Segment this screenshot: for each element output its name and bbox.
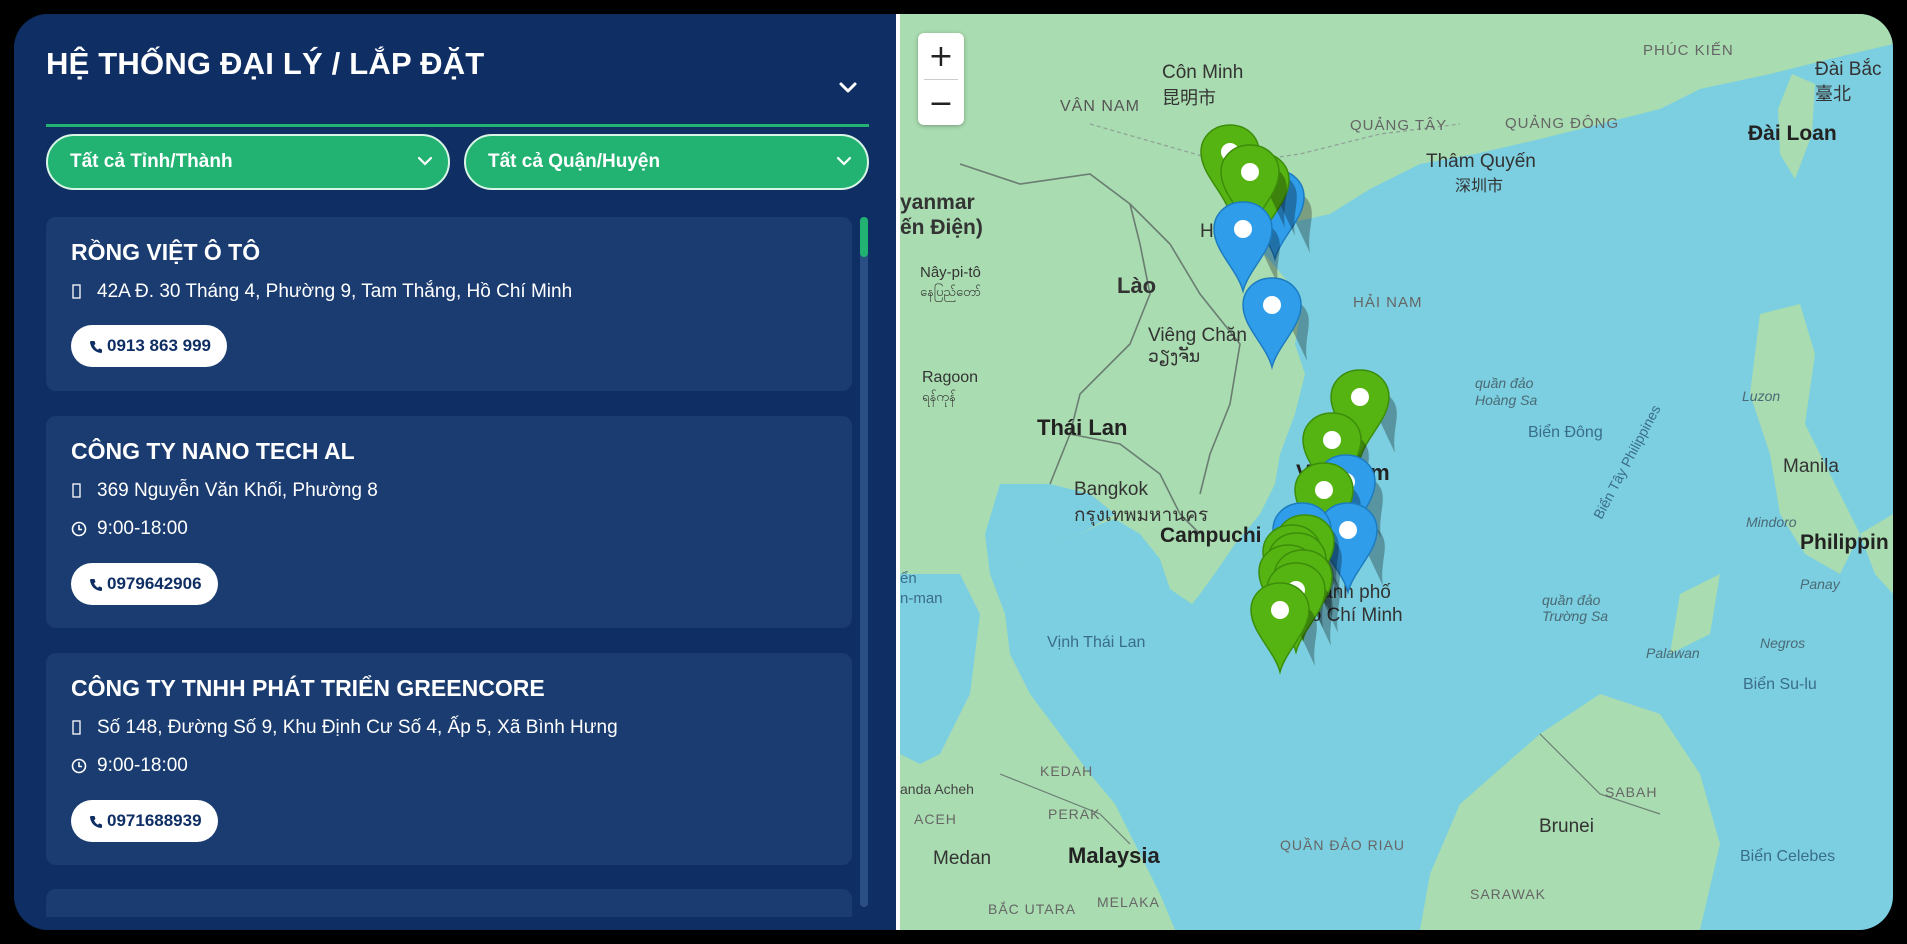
dealer-address: Số 148, Đường Số 9, Khu Định Cư Số 4, Ấp…: [71, 717, 618, 739]
district-select-value: Tất cả Quận/Huyện: [488, 151, 661, 172]
district-select[interactable]: Tất cả Quận/Huyện: [464, 134, 869, 190]
dealer-list[interactable]: RỒNG VIỆT Ô TÔ 42A Đ. 30 Tháng 4, Phường…: [46, 217, 856, 917]
dealer-hours: 9:00-18:00: [71, 518, 188, 540]
dealer-hours-text: 9:00-18:00: [97, 518, 188, 539]
dealer-address: 42A Đ. 30 Tháng 4, Phường 9, Tam Thắng, …: [71, 281, 572, 303]
chevron-down-icon: [836, 156, 852, 166]
map-pin-body: [1250, 582, 1310, 675]
clock-icon: [71, 758, 87, 774]
phone-number: 0971688939: [107, 811, 202, 830]
chevron-down-icon: [417, 156, 433, 166]
map-pin-dot: [1271, 601, 1289, 619]
map-pin-dot: [1234, 220, 1252, 238]
chevron-down-icon[interactable]: [837, 76, 859, 98]
province-select-value: Tất cả Tỉnh/Thành: [70, 151, 233, 172]
dealer-name: RỒNG VIỆT Ô TÔ: [71, 239, 261, 265]
map-pin-blue[interactable]: [1242, 277, 1327, 370]
map-pin-dot: [1323, 431, 1341, 449]
map-view[interactable]: Côn Minh 昆明市 VÂN NAM QUẢNG TÂY QUẢNG ĐÔN…: [900, 14, 1893, 930]
dealer-card: CÔNG TY NANO TECH AL 369 Nguyễn Văn Khối…: [46, 416, 852, 628]
map-pin-body: [1242, 277, 1302, 370]
scrollbar-thumb[interactable]: [860, 217, 868, 257]
map-pin-dot: [1351, 388, 1369, 406]
phone-icon: [90, 815, 102, 828]
dealer-card: CÔNG TY TNHH PHÁT TRIỂN GREENCORE Số 148…: [46, 653, 852, 865]
panel-header[interactable]: HỆ THỐNG ĐẠI LÝ / LẮP ĐẶT: [46, 48, 869, 127]
dealer-name: CÔNG TY NANO TECH AL: [71, 438, 355, 464]
map-pin-dot: [1315, 481, 1333, 499]
dealer-card: [46, 889, 852, 917]
zoom-out-button[interactable]: −: [918, 80, 964, 126]
phone-number: 0913 863 999: [107, 336, 211, 355]
map-pin-dot: [1339, 521, 1357, 539]
map-pin-dot: [1241, 163, 1259, 181]
dealer-address-text: Số 148, Đường Số 9, Khu Định Cư Số 4, Ấp…: [97, 717, 618, 738]
map-pins: [1200, 124, 1397, 675]
phone-button[interactable]: 0971688939: [71, 800, 218, 842]
list-scrollbar[interactable]: [860, 217, 868, 907]
map-marker-icon: [71, 284, 87, 300]
map-marker-icon: [71, 483, 87, 499]
phone-button[interactable]: 0913 863 999: [71, 325, 227, 367]
dealer-panel: HỆ THỐNG ĐẠI LÝ / LẮP ĐẶT Tất cả Tỉnh/Th…: [14, 14, 896, 930]
province-select[interactable]: Tất cả Tỉnh/Thành: [46, 134, 450, 190]
dealer-address: 369 Nguyễn Văn Khối, Phường 8: [71, 480, 378, 502]
filter-bar: Tất cả Tỉnh/Thành Tất cả Quận/Huyện: [46, 134, 869, 192]
dealer-name: CÔNG TY TNHH PHÁT TRIỂN GREENCORE: [71, 675, 545, 701]
phone-icon: [90, 578, 102, 591]
dealer-card: RỒNG VIỆT Ô TÔ 42A Đ. 30 Tháng 4, Phường…: [46, 217, 852, 391]
dealer-address-text: 42A Đ. 30 Tháng 4, Phường 9, Tam Thắng, …: [97, 281, 573, 302]
map-marker-icon: [71, 720, 87, 736]
map-pin-body: [1213, 201, 1273, 294]
map-pin-dot: [1263, 296, 1281, 314]
dealer-hours-text: 9:00-18:00: [97, 755, 188, 776]
zoom-control: + −: [918, 33, 964, 125]
phone-button[interactable]: 0979642906: [71, 563, 218, 605]
dealer-address-text: 369 Nguyễn Văn Khối, Phường 8: [97, 480, 378, 501]
zoom-in-button[interactable]: +: [918, 33, 964, 79]
app-window: HỆ THỐNG ĐẠI LÝ / LẮP ĐẶT Tất cả Tỉnh/Th…: [14, 14, 1893, 930]
dealer-hours: 9:00-18:00: [71, 755, 188, 777]
clock-icon: [71, 521, 87, 537]
phone-number: 0979642906: [107, 574, 202, 593]
phone-icon: [90, 340, 102, 353]
page-title: HỆ THỐNG ĐẠI LÝ / LẮP ĐẶT: [46, 46, 485, 81]
